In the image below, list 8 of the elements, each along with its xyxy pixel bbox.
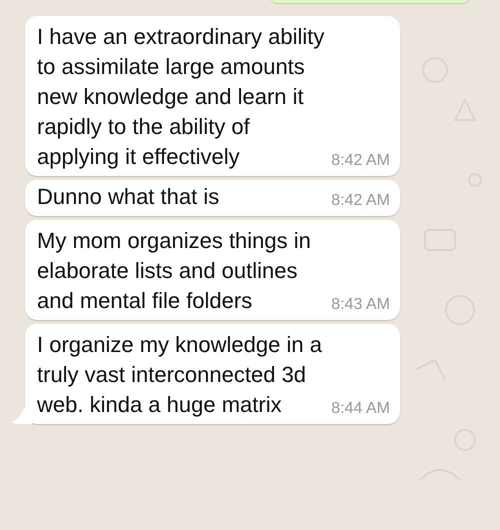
message-time: 8:43 AM	[331, 295, 390, 315]
message-text: I organize my knowledge in a truly vast interconnected 3d web. kinda a huge matrix	[37, 331, 322, 419]
message-text: I have an extraordinary ability to assimilate large amounts new knowledge and learn it rapidly to the ability of applying it effectively	[37, 23, 324, 171]
message-text: My mom organizes things in elaborate lists and outlines and mental file folders	[37, 227, 311, 315]
message-time: 8:42 AM	[331, 151, 390, 171]
message-time: 8:44 AM	[331, 399, 390, 419]
message-time: 8:42 AM	[331, 191, 390, 211]
message-text: Dunno what that is	[37, 183, 220, 211]
